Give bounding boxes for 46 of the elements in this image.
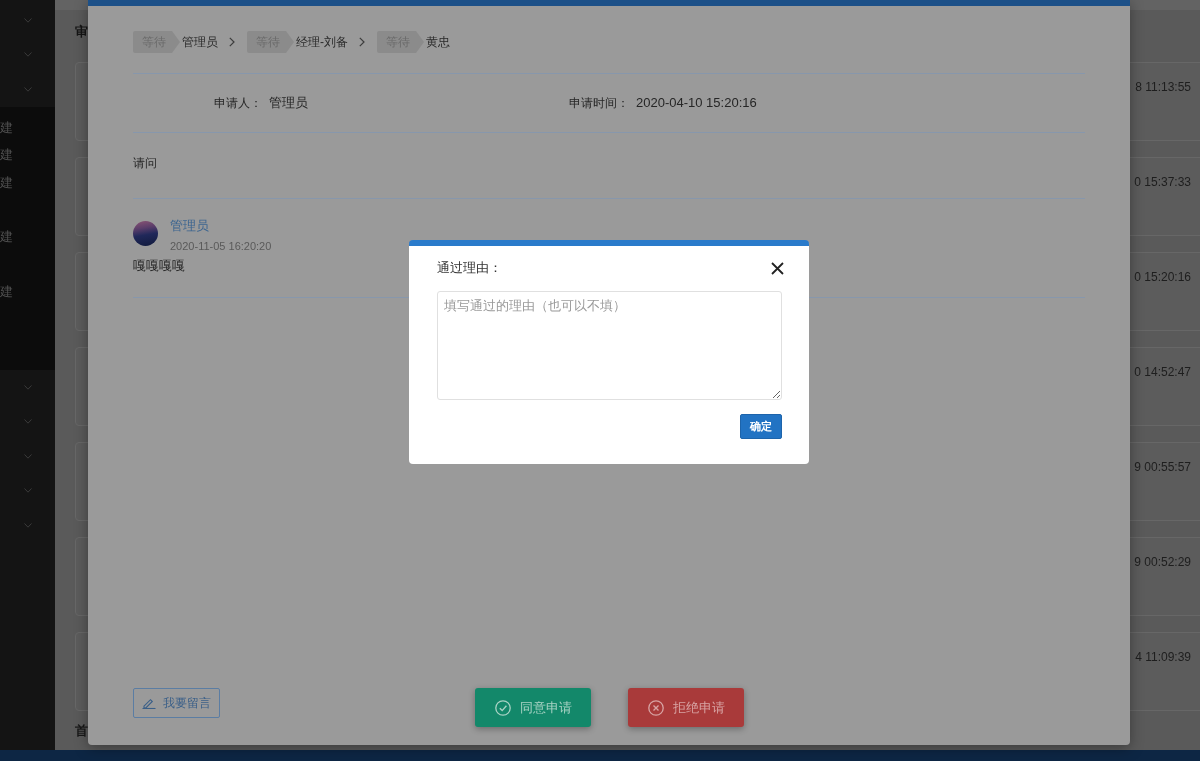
- timestamp: 9 00:55:57: [1134, 459, 1191, 475]
- field-label: 申请时间：: [569, 95, 629, 111]
- chevron-down-icon[interactable]: [23, 522, 32, 528]
- chevron-down-icon[interactable]: [23, 453, 32, 459]
- chevron-down-icon[interactable]: [23, 86, 32, 92]
- check-circle-icon: [494, 699, 511, 716]
- pencil-icon: [142, 697, 156, 709]
- page-title: 审: [75, 24, 88, 40]
- timestamp: 0 15:20:16: [1134, 269, 1191, 285]
- timestamp: 8 11:13:55: [1135, 79, 1191, 95]
- author-link[interactable]: 管理员: [170, 218, 209, 234]
- approve-button[interactable]: 同意申请: [474, 688, 591, 727]
- approver-name: 黄忠: [426, 34, 450, 50]
- approver-name: 管理员: [182, 34, 218, 50]
- breadcrumb-text: 首: [75, 723, 88, 739]
- chevron-down-icon[interactable]: [23, 52, 32, 58]
- timestamp: 4 11:09:39: [1135, 649, 1191, 665]
- timestamp: 0 14:52:47: [1134, 364, 1191, 380]
- chevron-down-icon[interactable]: [23, 419, 32, 425]
- chevron-right-icon: [359, 37, 365, 47]
- submenu-item[interactable]: 建: [0, 174, 13, 191]
- submenu-item[interactable]: 建: [0, 283, 13, 300]
- confirm-button[interactable]: 确定: [740, 414, 782, 439]
- timestamp: 9 00:52:29: [1134, 554, 1191, 570]
- chevron-down-icon[interactable]: [23, 17, 32, 23]
- reason-field[interactable]: 填写通过的理由（也可以不填）: [437, 291, 782, 400]
- dialog-title: 通过理由：: [437, 260, 502, 276]
- x-circle-icon: [647, 699, 664, 716]
- avatar-icon: [133, 221, 158, 246]
- reject-button[interactable]: 拒绝申请: [627, 688, 744, 727]
- submenu-item[interactable]: 建: [0, 229, 13, 246]
- field-label: 申请人：: [214, 95, 262, 111]
- field-value: 管理员: [269, 95, 308, 111]
- approver-name: 经理-刘备: [296, 34, 348, 50]
- submenu-item[interactable]: 建: [0, 147, 13, 164]
- chevron-right-icon: [229, 37, 235, 47]
- timestamp: 0 15:37:33: [1134, 174, 1191, 190]
- chevron-down-icon[interactable]: [23, 384, 32, 390]
- comment-time: 2020-11-05 16:20:20: [170, 239, 272, 254]
- chevron-down-icon[interactable]: [23, 488, 32, 494]
- submenu-item[interactable]: 建: [0, 120, 13, 137]
- comment-button[interactable]: 我要留言: [133, 688, 220, 718]
- comment-text: 嘎嘎嘎嘎: [133, 258, 185, 274]
- request-text: 请问: [133, 156, 157, 170]
- close-icon[interactable]: [771, 261, 784, 275]
- field-value: 2020-04-10 15:20:16: [636, 95, 757, 111]
